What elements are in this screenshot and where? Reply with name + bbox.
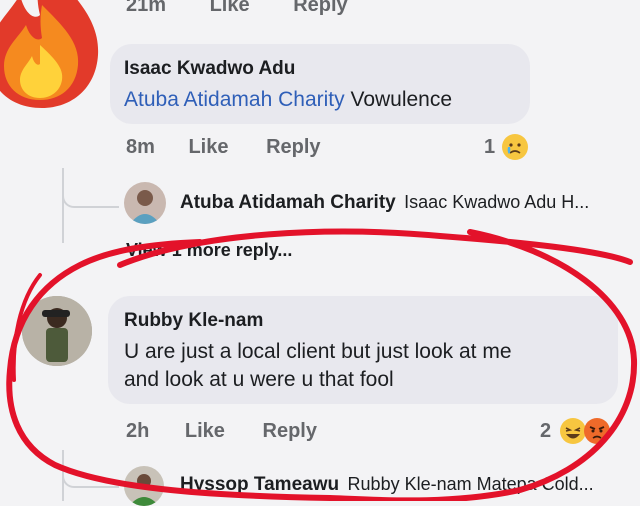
red-circle-annotation — [6, 228, 638, 501]
